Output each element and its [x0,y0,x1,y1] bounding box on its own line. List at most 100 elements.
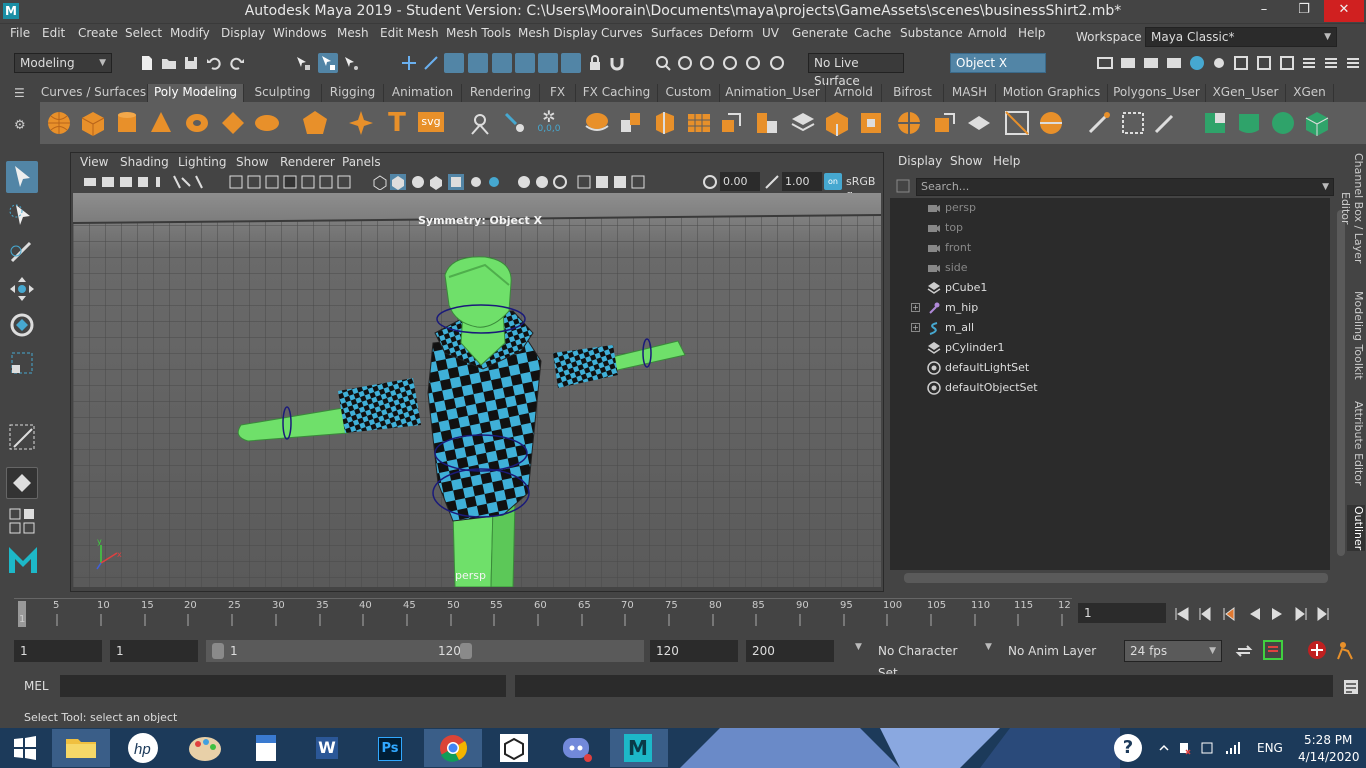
expand-toggle-icon[interactable]: + [911,303,920,312]
render-view-button[interactable] [538,53,558,73]
menu-arnold[interactable]: Arnold [968,26,1007,40]
help-question-icon[interactable]: ? [1114,734,1142,762]
tab-xgen-user[interactable]: XGen_User [1206,84,1286,102]
menu-mesh-display[interactable]: Mesh Display [518,26,598,40]
tab-mash[interactable]: MASH [944,84,996,102]
character-preferences-icon[interactable] [1334,639,1356,661]
light-editor-icon[interactable] [1210,54,1228,72]
range-slider[interactable]: 1 120 [206,640,644,662]
gear-icon[interactable]: ⚙ [14,118,30,134]
poly-torus-icon[interactable] [184,110,210,136]
poly-cylinder-icon[interactable] [114,110,140,136]
select-tool-button[interactable] [6,161,38,193]
outliner-item-defaultobjectset[interactable]: defaultObjectSet [890,378,1330,398]
shelf-menu-icon[interactable]: ☰ [14,86,30,102]
viewport-menu-renderer[interactable]: Renderer [280,155,335,169]
tab-curves-surfaces[interactable]: Curves / Surfaces [40,84,148,102]
outliner-horizontal-scrollbar[interactable] [904,573,1328,583]
exposure-field[interactable]: 0.00 [720,172,760,191]
fps-dropdown[interactable]: 24 fps ▼ [1124,640,1222,662]
average-vertices-icon[interactable] [686,110,712,136]
uv-spherical-icon[interactable] [1270,110,1296,136]
insert-edge-loop-icon[interactable] [1038,110,1064,136]
menu-edit-mesh[interactable]: Edit Mesh [380,26,439,40]
viewport-menu-shading[interactable]: Shading [120,155,169,169]
outliner-item-m-hip[interactable]: + m_hip [890,298,1330,318]
paint-select-tool-button[interactable] [6,235,38,267]
ipr-icon[interactable] [1142,54,1160,72]
taskbar-unity[interactable] [486,729,544,767]
platonic-solid-icon[interactable] [302,110,328,136]
append-polygon-icon[interactable] [824,110,850,136]
redo-icon[interactable] [228,54,246,72]
taskbar-paint[interactable] [176,729,234,767]
scene-start-field[interactable]: 1 [14,640,102,662]
snowflake-icon[interactable]: ✲ 0,0,0 [534,109,564,136]
outliner-item-defaultlightset[interactable]: defaultLightSet [890,358,1330,378]
uv-cylindrical-icon[interactable] [1236,110,1262,136]
hypershade-sphere-icon[interactable] [1188,54,1206,72]
type-tool-icon[interactable]: T [384,110,410,136]
taskbar-maya[interactable]: M [610,729,668,767]
color-management-toggle[interactable]: on [824,173,842,190]
menu-cache[interactable]: Cache [854,26,891,40]
svg-tool-icon[interactable]: svg [418,112,444,132]
gamma-icon[interactable] [764,174,780,190]
chevron-down-icon[interactable]: ▼ [985,642,992,652]
select-by-object-button[interactable] [318,53,338,73]
playback-controls[interactable] [1172,604,1338,624]
poly-cone-icon[interactable] [148,110,174,136]
chevron-down-icon[interactable]: ▼ [1322,179,1329,195]
poly-sphere-icon[interactable] [46,110,72,136]
tab-rigging[interactable]: Rigging [322,84,384,102]
tab-outliner[interactable]: Outliner [1347,505,1365,551]
range-end-handle[interactable] [460,643,472,659]
poly-plane-icon[interactable] [220,110,246,136]
menu-file[interactable]: File [10,26,30,40]
select-by-hierarchy-icon[interactable] [294,54,312,72]
ipr-render-icon[interactable] [698,54,716,72]
language-indicator[interactable]: ENG [1257,741,1283,755]
taskbar-file-explorer[interactable] [52,729,110,767]
loop-icon[interactable] [1234,641,1254,661]
construction-history-icon[interactable] [654,54,672,72]
menu-substance[interactable]: Substance [900,26,963,40]
new-scene-icon[interactable] [138,54,156,72]
clock-date[interactable]: 4/14/2020 [1298,750,1360,764]
hypershade-icon[interactable] [744,54,762,72]
select-by-component-icon[interactable] [342,54,360,72]
tab-fx-caching[interactable]: FX Caching [576,84,658,102]
perspective-viewport[interactable]: y x [73,193,881,587]
sweep-curve-icon[interactable] [502,110,528,136]
help-line-button[interactable] [561,53,581,73]
target-weld-icon[interactable] [932,110,958,136]
tab-sculpting[interactable]: Sculpting [244,84,322,102]
render-current-icon[interactable] [676,54,694,72]
maximize-button[interactable]: ❐ [1284,0,1324,22]
snap-to-curve-icon[interactable] [422,54,440,72]
snap-to-grid-icon[interactable] [400,54,418,72]
lasso-select-icon[interactable] [1120,110,1146,136]
outliner-item-persp[interactable]: persp [890,198,1330,218]
tab-motion-graphics[interactable]: Motion Graphics [996,84,1108,102]
menu-windows[interactable]: Windows [273,26,327,40]
outliner-menu-help[interactable]: Help [993,154,1020,168]
make-live-button[interactable] [492,53,512,73]
scene-end-field[interactable]: 200 [746,640,834,662]
taskbar-hp[interactable]: hp [114,729,172,767]
anim-layer-dropdown[interactable]: No Anim Layer [1002,640,1102,662]
taskbar-word[interactable]: W [300,729,358,767]
viewport-menu-panels[interactable]: Panels [342,155,381,169]
menu-display[interactable]: Display [221,26,265,40]
tab-modeling-toolkit[interactable]: Modeling Toolkit [1347,290,1365,380]
magnet-icon[interactable] [608,54,626,72]
undo-icon[interactable] [205,54,223,72]
viewport-menu-show[interactable]: Show [236,155,268,169]
playback-start-field[interactable]: 1 [110,640,198,662]
chevron-down-icon[interactable]: ▼ [855,642,862,652]
workspace-dropdown[interactable]: Maya Classic* ▼ [1145,27,1337,47]
lock-icon[interactable] [586,54,604,72]
taskbar-wordpad[interactable] [238,729,296,767]
tab-poly-modeling[interactable]: Poly Modeling [148,84,244,102]
camera-tools-icon[interactable] [82,174,212,190]
